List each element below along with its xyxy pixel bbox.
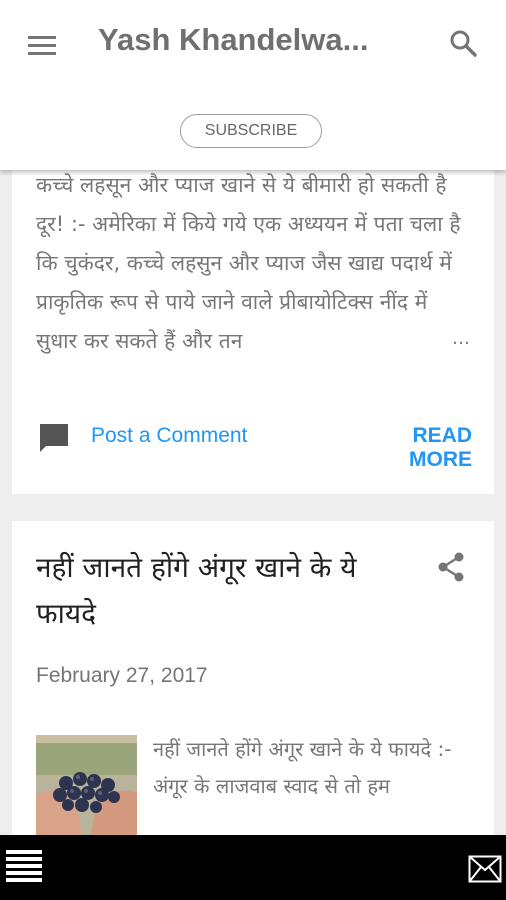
post-a-comment-link[interactable]: Post a Comment	[91, 424, 247, 448]
snippet-fade	[332, 320, 472, 362]
snippet-ellipsis: …	[452, 328, 470, 349]
post-title[interactable]: नहीं जानते होंगे अंगूर खाने के ये फायदे	[36, 545, 406, 637]
share-icon[interactable]	[436, 551, 466, 583]
comment-icon[interactable]	[38, 422, 70, 454]
post-snippet: नहीं जानते होंगे अंगूर खाने के ये फायदे …	[153, 737, 452, 798]
grapes-in-hands-image[interactable]	[36, 735, 137, 851]
post-date: February 27, 2017	[36, 664, 208, 687]
bottom-menu-icon[interactable]	[6, 850, 42, 890]
top-app-bar: Yash Khandelwa... SUBSCRIBE	[0, 0, 506, 170]
mail-icon[interactable]	[468, 855, 502, 883]
search-icon[interactable]	[448, 28, 478, 58]
bottom-navigation-bar	[0, 835, 506, 900]
subscribe-button[interactable]: SUBSCRIBE	[180, 114, 322, 148]
site-title[interactable]: Yash Khandelwa...	[98, 22, 408, 58]
post-card: नहीं जानते होंगे अंगूर खाने के ये फायदे …	[12, 521, 494, 851]
hamburger-menu-icon[interactable]	[28, 36, 56, 56]
read-more-button[interactable]: READ MORE	[344, 424, 472, 472]
post-card: कच्चे लहसून और प्याज खाने से ये बीमारी ह…	[12, 120, 494, 494]
